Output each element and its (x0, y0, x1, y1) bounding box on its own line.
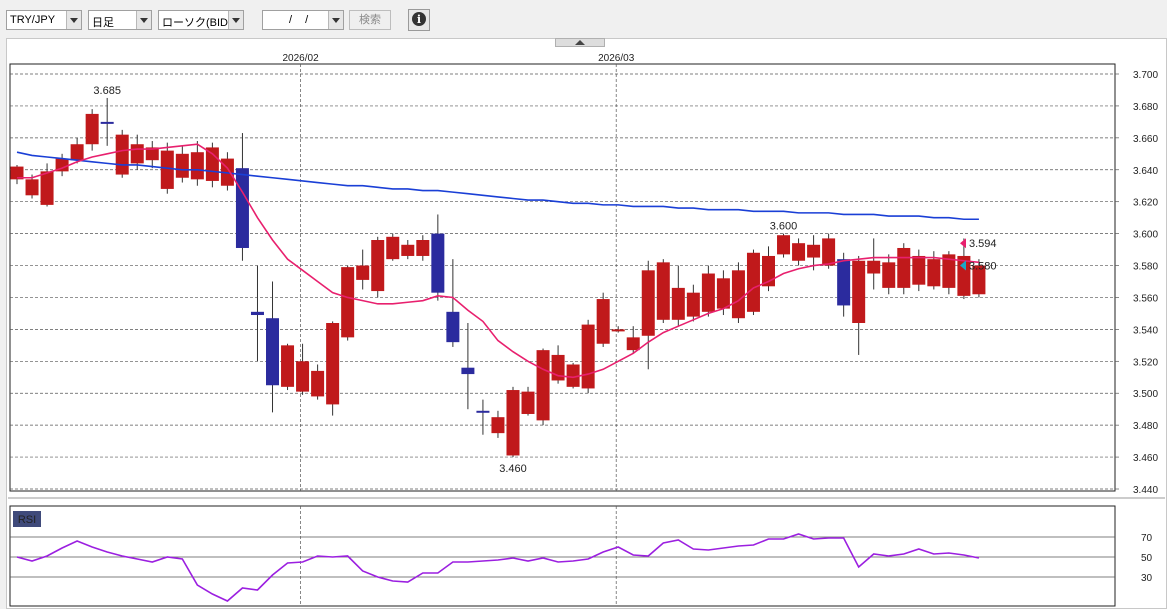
y-tick-label: 3.480 (1133, 421, 1158, 432)
candle-body (491, 417, 505, 434)
candle-body (596, 299, 610, 344)
candle-body (190, 152, 204, 180)
rsi-tick-label: 30 (1141, 573, 1153, 584)
candle-body (25, 179, 39, 196)
candle (326, 321, 340, 416)
low-value-label: 3.460 (499, 463, 527, 475)
candle (581, 319, 595, 394)
y-tick-label: 3.700 (1133, 70, 1158, 81)
candle-body (416, 240, 430, 256)
candle (205, 142, 219, 188)
chart-canvas: 3.700 3.680 3.660 3.640 3.620 3.600 3.580 3.560… (8, 53, 1165, 607)
price-marker-label: 3.580 (969, 261, 997, 273)
candle-body (626, 337, 640, 351)
candle-body (205, 147, 219, 181)
y-tick-label: 3.640 (1133, 166, 1158, 177)
candle-body (882, 262, 896, 288)
candle-body (281, 345, 295, 387)
candle-body (85, 113, 99, 145)
candle (386, 233, 400, 261)
candle (746, 249, 760, 316)
candle-body (536, 350, 550, 421)
candle-body (130, 144, 144, 164)
candle (942, 251, 956, 295)
candle-body (401, 244, 415, 256)
y-tick-label: 3.500 (1133, 389, 1158, 400)
candle-body (326, 323, 340, 405)
candle-body (927, 259, 941, 287)
candle (281, 343, 295, 391)
candle (731, 262, 745, 323)
candle (656, 259, 670, 323)
candle-body (641, 270, 655, 336)
y-tick-label: 3.540 (1133, 325, 1158, 336)
y-tick-label: 3.600 (1133, 230, 1158, 241)
candle-body (311, 370, 325, 397)
candle-body (431, 233, 445, 293)
y-tick-label: 3.660 (1133, 134, 1158, 145)
high-value-label: 3.685 (93, 85, 121, 97)
candle-body (837, 259, 851, 306)
candle-body (250, 311, 264, 316)
candle-body (341, 267, 355, 338)
rsi-tick-label: 70 (1141, 533, 1153, 544)
candle-body (581, 324, 595, 389)
y-tick-label: 3.560 (1133, 293, 1158, 304)
candle-body (461, 367, 475, 375)
candle-body (912, 255, 926, 285)
price-marker-label: 3.594 (969, 238, 997, 250)
candle-body (371, 240, 385, 292)
candle-body (792, 243, 806, 261)
candle-body (852, 260, 866, 323)
y-tick-label: 3.460 (1133, 453, 1158, 464)
candle (777, 233, 791, 258)
candle-body (777, 235, 791, 255)
candle-body (506, 390, 520, 456)
candle-body (446, 311, 460, 343)
y-tick-label: 3.680 (1133, 102, 1158, 113)
candle-body (897, 247, 911, 288)
candle-body (160, 150, 174, 189)
candle-body (521, 391, 535, 414)
candle-body (70, 144, 84, 161)
candle-body (731, 270, 745, 319)
candle-body (656, 262, 670, 320)
candle-body (822, 238, 836, 266)
high-value-label: 3.600 (770, 221, 798, 233)
candle (341, 265, 355, 341)
candle-body (476, 410, 490, 413)
candle-body (746, 252, 760, 312)
candle-body (296, 361, 310, 392)
candle-body (175, 153, 189, 178)
candle (897, 243, 911, 295)
candle-body (611, 329, 625, 332)
candle-body (671, 287, 685, 320)
rsi-panel (9, 505, 1116, 607)
candle-body (266, 318, 280, 386)
x-tick-label: 2026/03 (598, 53, 635, 64)
candle-body (686, 292, 700, 317)
candle-body (807, 244, 821, 258)
y-tick-label: 3.620 (1133, 198, 1158, 209)
candle-body (356, 265, 370, 280)
candle (506, 386, 520, 458)
y-tick-label: 3.580 (1133, 262, 1158, 273)
rsi-tick-label: 50 (1141, 553, 1153, 564)
candle-body (115, 134, 129, 175)
y-tick-label: 3.520 (1133, 357, 1158, 368)
candle-body (701, 273, 715, 312)
candle (596, 292, 610, 347)
candle-body (867, 260, 881, 274)
candle (115, 129, 129, 178)
candle-body (100, 121, 114, 124)
y-tick-label: 3.440 (1133, 485, 1158, 496)
candle (536, 348, 550, 426)
candle-body (716, 278, 730, 309)
x-tick-label: 2026/02 (282, 53, 319, 64)
candle-body (40, 171, 54, 205)
candle-body (386, 236, 400, 260)
candle (371, 236, 385, 298)
rsi-title: RSI (18, 514, 36, 526)
candle-body (235, 168, 249, 248)
